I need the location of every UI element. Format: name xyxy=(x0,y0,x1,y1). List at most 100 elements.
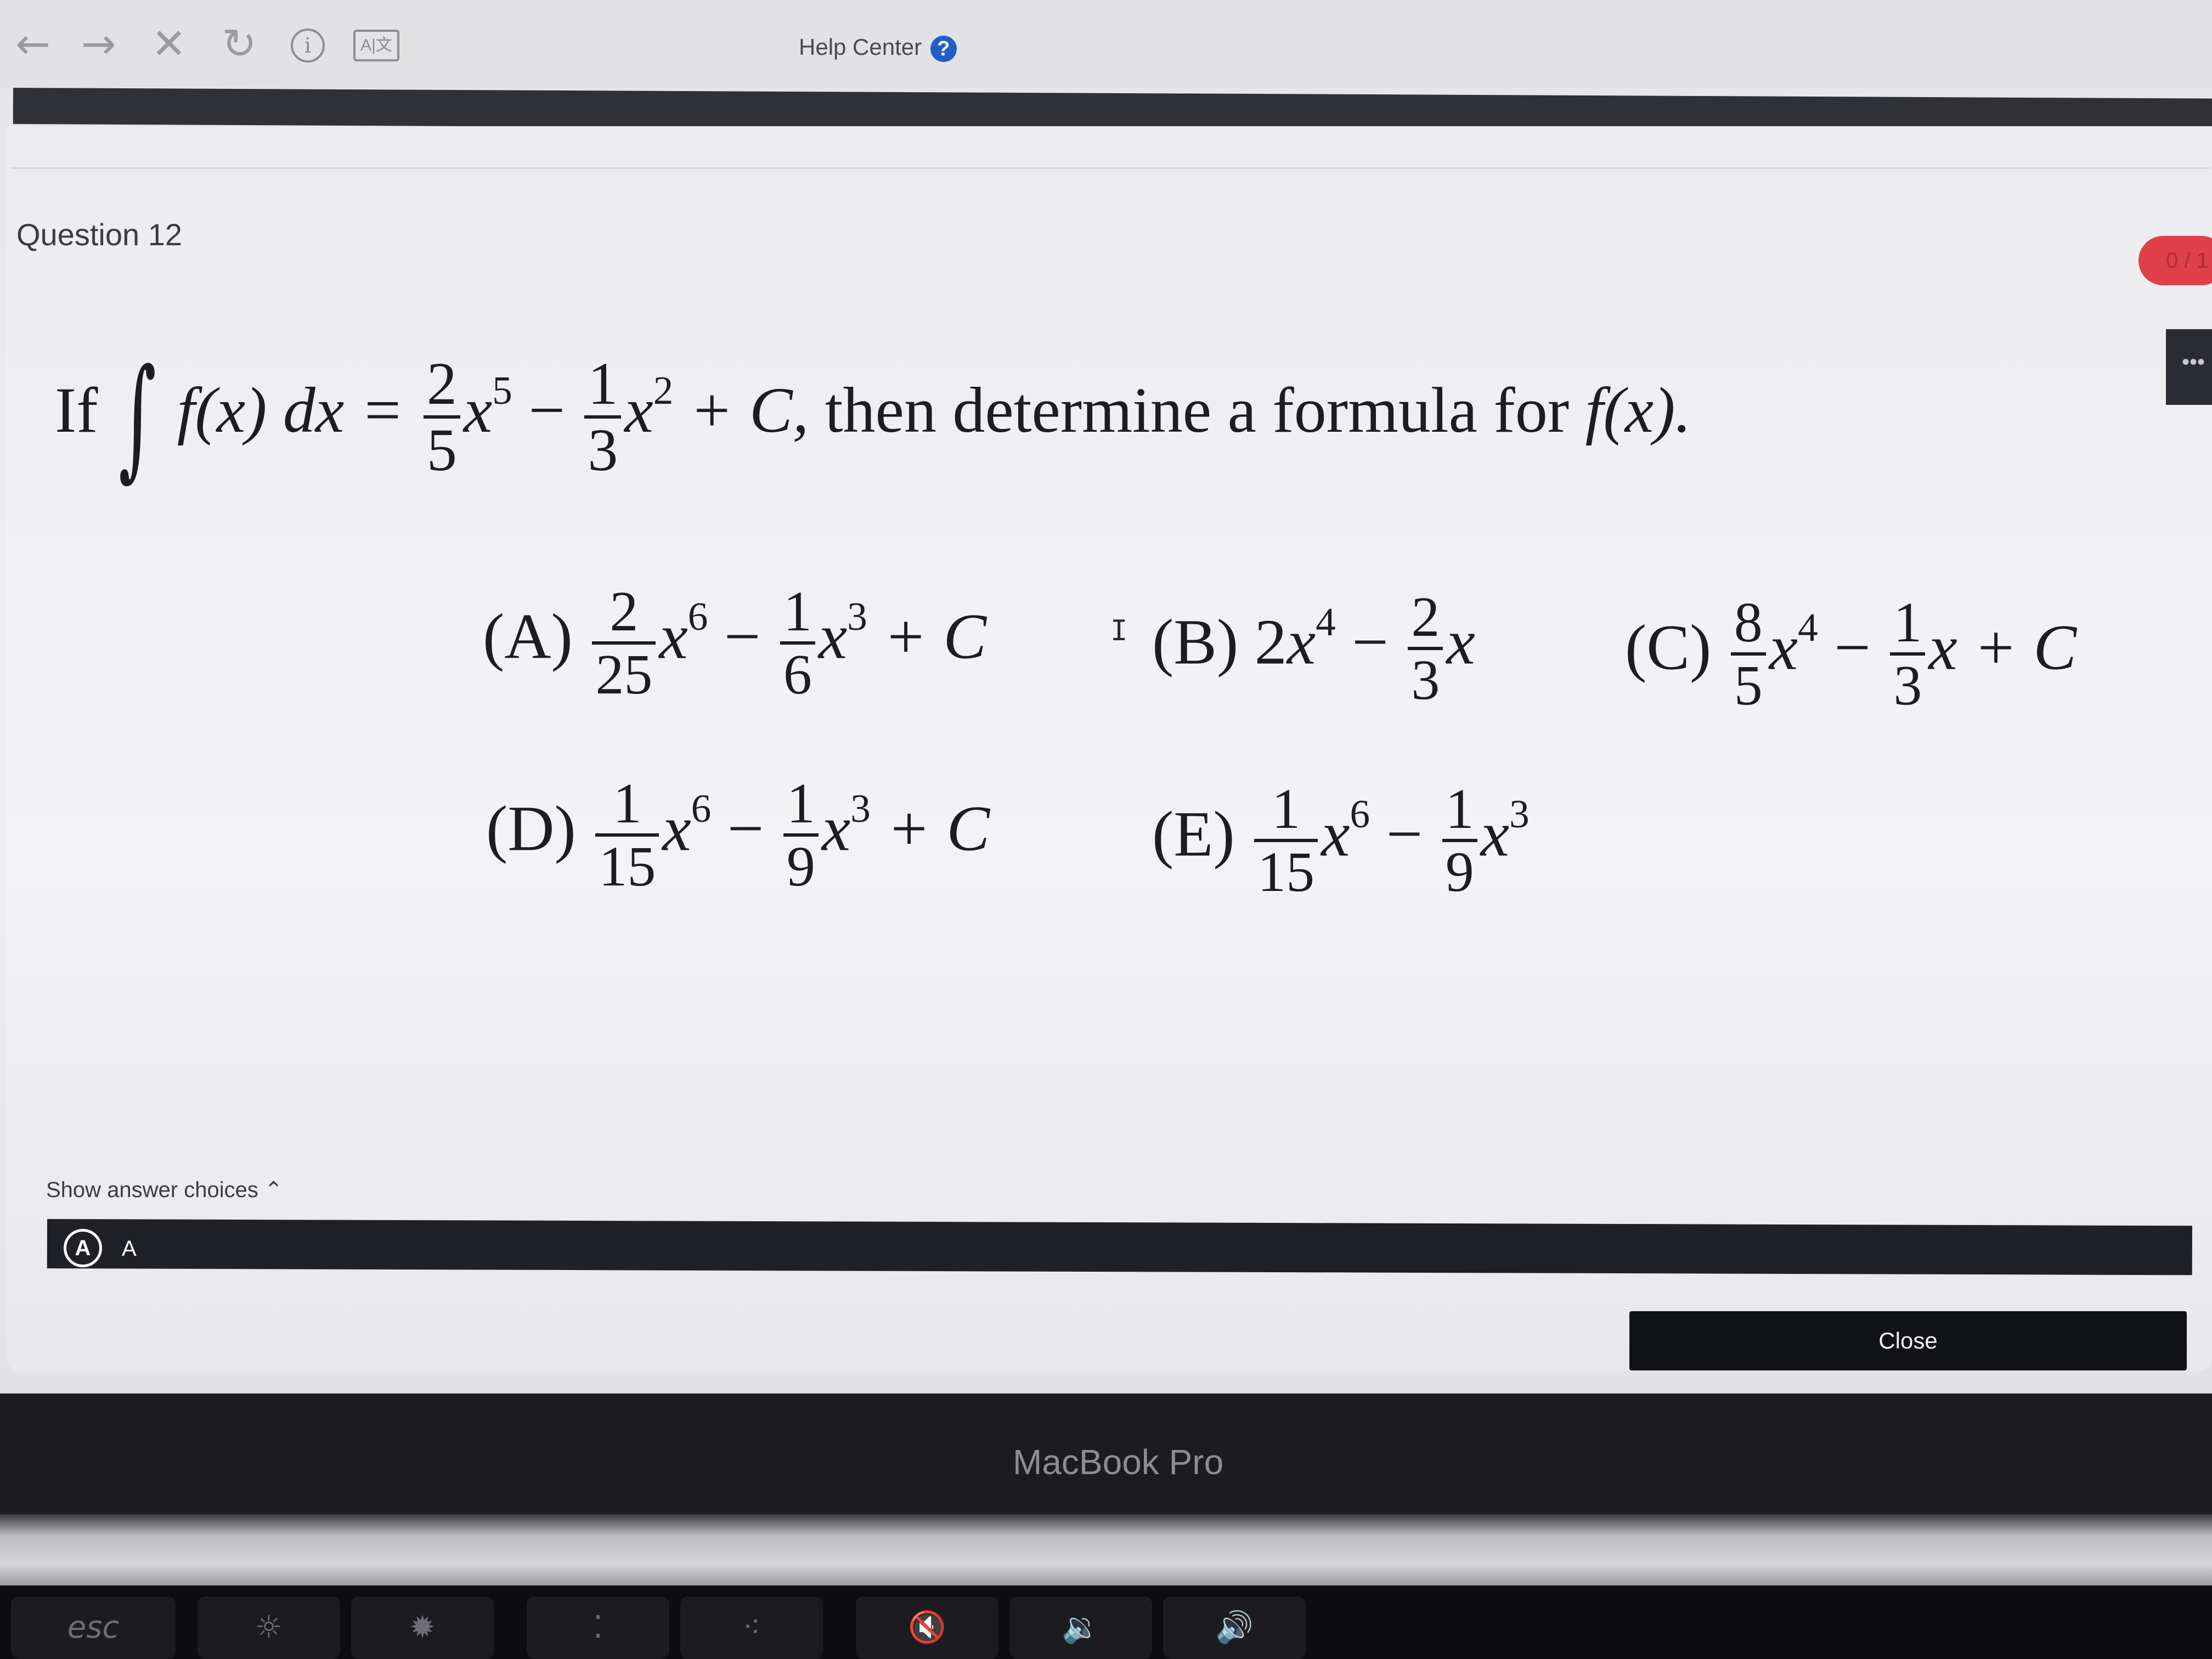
help-icon: ? xyxy=(930,35,957,62)
choice-exponent: 3 xyxy=(847,594,867,639)
laptop-body xyxy=(0,1514,2212,1585)
brightness-up-icon[interactable]: ✹ xyxy=(351,1596,494,1659)
choice-variable: x xyxy=(1480,798,1510,870)
choice-exponent: 4 xyxy=(1798,605,1818,650)
fraction-numerator: 2 xyxy=(423,352,460,419)
fraction-denominator: 25 xyxy=(595,643,653,707)
question-prompt: If ∫ f(x) dx = 2 5 x5 − 1 3 x2 + C, then det… xyxy=(55,351,1691,483)
fraction-numerator: 1 xyxy=(1442,779,1477,843)
choice-exponent: 6 xyxy=(691,786,712,831)
volume-down-icon[interactable]: 🔉 xyxy=(1009,1596,1152,1659)
keyboard-brightness-down-icon[interactable]: ⁚ xyxy=(527,1596,669,1659)
choice-exponent: 3 xyxy=(850,786,871,831)
choice-variable: x xyxy=(1928,611,1957,684)
choice-fraction: 23 xyxy=(1408,587,1443,710)
choice-label: (B) xyxy=(1152,606,1239,678)
text-cursor-icon: I xyxy=(1110,614,1128,647)
choice-fraction: 16 xyxy=(780,582,815,704)
fraction-denominator: 3 xyxy=(588,416,618,483)
selected-answer-bar[interactable] xyxy=(47,1219,2192,1276)
choice-operator: − xyxy=(724,600,761,673)
bezel-brand-label: MacBook Pro xyxy=(1013,1442,1224,1482)
choice-constant: + C xyxy=(887,792,990,865)
choice-fraction: 13 xyxy=(1890,592,1926,718)
choice-constant: + C xyxy=(1973,611,2077,684)
choice-d: (D) 1 15 x6 − 1 9 x3 + C xyxy=(486,774,990,897)
fraction-denominator: 9 xyxy=(1445,840,1474,904)
choice-exponent: 4 xyxy=(1316,600,1336,645)
fraction-numerator: 2 xyxy=(1408,587,1443,651)
fraction-denominator: 9 xyxy=(786,835,815,899)
choice-label: (E) xyxy=(1152,798,1235,870)
close-button[interactable]: Close xyxy=(1629,1311,2187,1370)
fraction-denominator: 5 xyxy=(426,416,457,483)
selected-answer-text: A xyxy=(122,1237,137,1261)
volume-up-icon[interactable]: 🔊 xyxy=(1163,1596,1306,1659)
choice-fraction: 2 25 xyxy=(592,582,656,704)
choice-operator: − xyxy=(727,792,764,865)
choice-variable: x xyxy=(659,600,688,673)
choice-fraction: 19 xyxy=(783,774,819,896)
choice-operator: − xyxy=(1352,606,1389,678)
fraction-numerator: 1 xyxy=(595,774,659,837)
mute-icon[interactable]: 🔇 xyxy=(856,1596,998,1659)
screen: ← → ✕ ↻ i A|文 Help Center ? Question 12 … xyxy=(0,0,2212,1393)
fraction-denominator: 3 xyxy=(1411,648,1440,712)
fraction-numerator: 1 xyxy=(1254,779,1318,843)
question-panel xyxy=(7,126,2212,1372)
prompt-minus: − xyxy=(528,374,565,447)
more-options-button[interactable]: ••• xyxy=(2166,329,2212,405)
prompt-plus-c: + C, xyxy=(689,374,809,447)
prompt-if: If xyxy=(55,374,98,447)
choice-exponent: 6 xyxy=(1350,792,1370,837)
reload-icon[interactable]: ↻ xyxy=(217,22,261,66)
esc-key[interactable]: esc xyxy=(11,1596,176,1659)
help-center-link[interactable]: Help Center ? xyxy=(799,34,957,62)
choice-operator: − xyxy=(1386,798,1423,870)
keyboard-brightness-up-icon[interactable]: ⁖ xyxy=(680,1596,823,1659)
choice-variable: x xyxy=(1769,611,1798,684)
show-answer-choices-toggle[interactable]: Show answer choices ⌃ xyxy=(46,1177,283,1203)
prompt-exponent-2: 2 xyxy=(653,368,674,413)
prompt-fraction-1: 25 xyxy=(423,352,460,483)
choice-variable: x xyxy=(821,792,851,865)
fraction-denominator: 15 xyxy=(1257,840,1315,904)
question-title: Question 12 xyxy=(16,217,182,252)
choice-variable: x xyxy=(1321,798,1350,870)
fraction-denominator: 3 xyxy=(1893,654,1922,718)
help-center-label: Help Center xyxy=(799,34,922,60)
stop-icon[interactable]: ✕ xyxy=(147,22,191,66)
brightness-down-icon[interactable]: ☼ xyxy=(198,1596,340,1659)
prompt-fraction-2: 13 xyxy=(584,352,622,483)
fraction-numerator: 2 xyxy=(592,582,656,645)
fraction-numerator: 1 xyxy=(780,582,815,645)
fraction-numerator: 1 xyxy=(584,352,622,419)
choice-operator: − xyxy=(1834,611,1871,684)
choice-label: (A) xyxy=(483,600,573,673)
answer-letter-badge: A xyxy=(64,1229,102,1267)
choice-fraction: 85 xyxy=(1730,592,1766,718)
integral-symbol: ∫ xyxy=(119,340,157,494)
browser-toolbar: ← → ✕ ↻ i A|文 Help Center ? xyxy=(0,0,2212,88)
choice-exponent: 6 xyxy=(687,594,708,639)
choice-variable: x xyxy=(1286,606,1316,678)
choice-variable: x xyxy=(1446,606,1475,678)
prompt-tail-fx: f(x). xyxy=(1585,374,1691,447)
choice-a: (A) 2 25 x6 − 1 6 x3 + C xyxy=(483,582,987,705)
choice-constant: + C xyxy=(883,600,987,673)
fraction-denominator: 6 xyxy=(783,643,812,707)
translate-icon[interactable]: A|文 xyxy=(353,30,399,61)
choice-fraction: 1 15 xyxy=(595,774,659,896)
choice-e: (E) 1 15 x6 − 1 9 x3 xyxy=(1152,779,1530,902)
choice-exponent: 3 xyxy=(1509,792,1530,837)
info-icon[interactable]: i xyxy=(291,29,325,63)
choice-label: (D) xyxy=(486,792,576,865)
prompt-term-2: x xyxy=(624,374,653,447)
prompt-tail: then determine a formula for xyxy=(825,374,1570,447)
choice-label: (C) xyxy=(1625,611,1712,684)
choice-fraction: 19 xyxy=(1442,779,1477,902)
forward-arrow-icon[interactable]: → xyxy=(77,22,121,66)
choice-c: (C) 8 5 x4 − 13x + C xyxy=(1625,592,2077,718)
fraction-denominator: 5 xyxy=(1734,654,1763,718)
back-arrow-icon[interactable]: ← xyxy=(11,22,55,66)
